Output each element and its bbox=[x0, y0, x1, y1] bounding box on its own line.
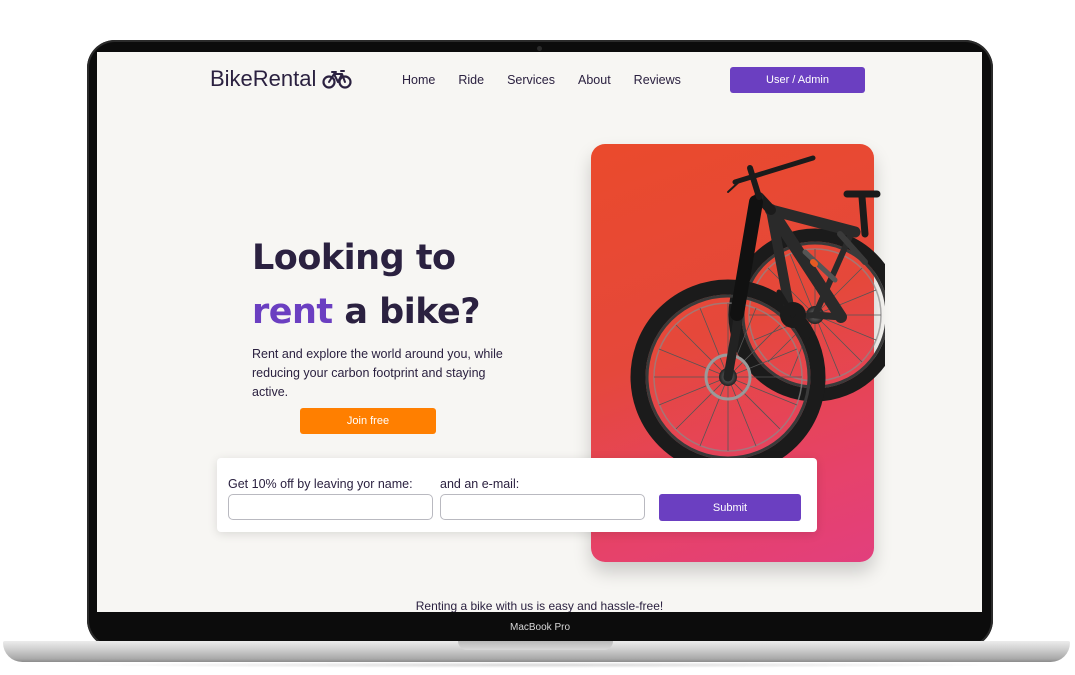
hero-title-rest: a bike? bbox=[332, 292, 481, 332]
hero-title-line2: rent a bike? bbox=[252, 292, 481, 332]
nav-about[interactable]: About bbox=[578, 73, 611, 87]
bicycle-icon bbox=[322, 70, 352, 89]
webcam bbox=[537, 46, 542, 51]
brand-name: BikeRental bbox=[210, 66, 317, 91]
nav-reviews[interactable]: Reviews bbox=[634, 73, 681, 87]
discount-signup-form: Get 10% off by leaving yor name: and an … bbox=[217, 458, 817, 532]
nav-services[interactable]: Services bbox=[507, 73, 555, 87]
nav-home[interactable]: Home bbox=[402, 73, 435, 87]
join-free-button[interactable]: Join free bbox=[300, 408, 436, 434]
hero-title-accent: rent bbox=[252, 292, 333, 332]
main-nav: Home Ride Services About Reviews bbox=[402, 73, 681, 87]
email-field-label: and an e-mail: bbox=[440, 477, 520, 491]
browser-viewport: BikeRental Home Ride Services About Revi… bbox=[97, 52, 982, 612]
mountain-bike-image bbox=[630, 155, 885, 462]
submit-button[interactable]: Submit bbox=[659, 494, 801, 521]
section-teaser-text: Renting a bike with us is easy and hassl… bbox=[415, 599, 664, 612]
email-input[interactable] bbox=[440, 494, 645, 520]
laptop-notch bbox=[458, 641, 613, 650]
laptop-shadow bbox=[60, 662, 1015, 668]
nav-ride[interactable]: Ride bbox=[458, 73, 484, 87]
device-label: MacBook Pro bbox=[509, 622, 571, 633]
name-field-label: Get 10% off by leaving yor name: bbox=[228, 477, 413, 491]
hero-subtitle: Rent and explore the world around you, w… bbox=[252, 347, 503, 399]
user-admin-button[interactable]: User / Admin bbox=[730, 67, 865, 93]
name-input[interactable] bbox=[228, 494, 433, 520]
hero-title-line1: Looking to bbox=[252, 238, 456, 278]
brand-logo[interactable]: BikeRental bbox=[210, 66, 352, 92]
